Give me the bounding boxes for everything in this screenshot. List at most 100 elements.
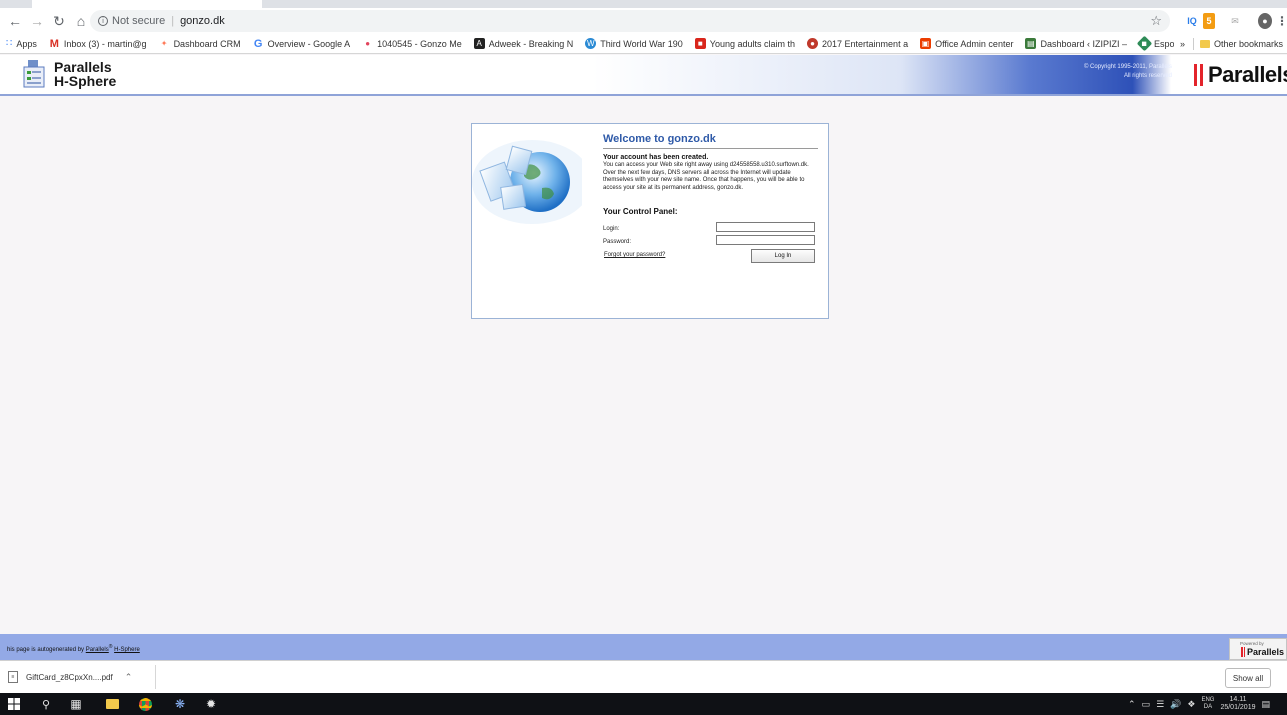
home-icon[interactable]: ⌂ [70, 10, 92, 32]
folder-icon [1199, 40, 1210, 48]
google-icon: G [253, 37, 263, 50]
bookmark-label: Overview - Google A [267, 38, 351, 49]
forward-icon[interactable]: → [26, 10, 48, 32]
url-text[interactable]: gonzo.dk [180, 15, 225, 27]
welcome-title: Welcome to gonzo.dk [603, 133, 818, 149]
search-icon[interactable]: ⚲ [38, 696, 54, 712]
bookmark-wordpress[interactable]: W Third World War 190 [585, 38, 683, 49]
pdf-file-icon: ≡ [8, 671, 18, 683]
reload-icon[interactable]: ↻ [48, 10, 70, 32]
extension-iq-icon[interactable]: IQ [1185, 13, 1199, 29]
chevron-up-icon[interactable]: ⌃ [125, 672, 133, 683]
other-bookmarks[interactable]: Other bookmarks [1214, 39, 1287, 49]
file-explorer-icon[interactable] [104, 696, 120, 712]
task-view-icon[interactable]: ▦ [68, 696, 84, 712]
bookmark-office[interactable]: ▣ Office Admin center [920, 38, 1013, 49]
apps-grid-icon: ∷ [6, 38, 13, 49]
password-input[interactable] [716, 235, 815, 245]
bookmark-hubspot[interactable]: ✦ Dashboard CRM [159, 38, 241, 49]
windows-taskbar: ⚲ ▦ ❋ ✹ ⌃ ▭ ☰ 🔊 ❖ ENG DA 14.11 25/01/201… [0, 693, 1287, 715]
show-all-button[interactable]: Show all [1225, 668, 1271, 688]
globe-illustration-icon [472, 140, 582, 224]
info-icon: i [98, 16, 108, 26]
bookmark-label: Young adults claim th [709, 38, 796, 49]
log-in-button[interactable]: Log In [751, 249, 815, 263]
browser-toolbar: ← → ↻ ⌂ i Not secure | gonzo.dk ☆ IQ 5 ✉… [0, 8, 1287, 34]
page-footer: his page is autogenerated by Parallels® … [0, 634, 1287, 660]
hsphere-logo-icon [23, 60, 45, 88]
menu-icon[interactable]: ⋮ [1276, 13, 1287, 29]
security-label: Not secure [112, 15, 166, 27]
tab-strip [0, 0, 1287, 8]
chrome-icon[interactable] [137, 696, 153, 712]
forgot-password-link[interactable]: Forgot your password? [604, 252, 665, 258]
control-panel-heading: Your Control Panel: [603, 207, 678, 216]
notifications-icon[interactable]: ▤ [1262, 699, 1271, 710]
copyright-line-2: All rights reserved [1123, 73, 1172, 79]
more-bookmarks-button[interactable]: » [1180, 39, 1185, 49]
chevron-up-icon[interactable]: ⌃ [1128, 699, 1136, 710]
volume-icon[interactable]: 🔊 [1170, 699, 1181, 710]
bookmark-star-icon[interactable]: ☆ [1150, 13, 1162, 29]
office-icon: ▣ [920, 38, 932, 49]
autogenerated-notice: his page is autogenerated by Parallels® … [7, 644, 140, 653]
bookmarks-overflow: » Other bookmarks [1173, 34, 1287, 53]
bookmark-gmail[interactable]: M Inbox (3) - martin@g [49, 37, 147, 50]
registered-mark: ® [108, 644, 113, 650]
parallels-bars-icon [1241, 647, 1245, 657]
download-item[interactable]: ≡ GiftCard_z8CpxXn....pdf ⌃ [8, 668, 132, 686]
bookmark-izipizi[interactable]: ▤ Dashboard ‹ IZIPIZI – [1025, 38, 1127, 49]
extension-mail-icon[interactable]: ✉ [1228, 13, 1242, 29]
logo-line-parallels: Parallels [54, 59, 112, 75]
bookmark-flipboard[interactable]: ■ Young adults claim th [694, 38, 796, 49]
footer-prefix: his page is autogenerated by [7, 647, 85, 653]
bookmark-label: Third World War 190 [600, 38, 683, 49]
extension-orange-icon[interactable]: 5 [1203, 13, 1215, 29]
bookmark-label: Dashboard CRM [173, 38, 241, 49]
settings-app-icon[interactable]: ✹ [203, 696, 219, 712]
address-bar[interactable]: i Not secure | gonzo.dk ☆ [90, 10, 1170, 32]
hsphere-link[interactable]: H-Sphere [114, 647, 140, 653]
bookmark-label: Adweek - Breaking N [488, 38, 574, 49]
powered-by-label: Powered by [1240, 641, 1264, 646]
copyright-line-1: © Copyright 1995-2011, Parallels [1083, 64, 1172, 70]
login-label: Login: [603, 226, 620, 232]
bookmark-adweek[interactable]: A Adweek - Breaking N [473, 38, 574, 49]
bookmark-monday[interactable]: ● 1040545 - Gonzo Me [362, 38, 462, 49]
windows-start-icon[interactable] [6, 696, 22, 712]
parallels-link[interactable]: Parallels [86, 647, 109, 653]
lang-line-1: ENG [1201, 697, 1215, 703]
esports-icon: ◆ [1136, 35, 1153, 52]
bookmark-label: Apps [16, 38, 37, 49]
login-actions-row: Forgot your password? Log In [603, 247, 818, 267]
battery-icon[interactable]: ▭ [1142, 699, 1151, 710]
bookmark-label: Dashboard ‹ IZIPIZI – [1040, 38, 1127, 49]
bookmark-entertainment[interactable]: ● 2017 Entertainment a [807, 38, 908, 49]
language-indicator[interactable]: ENG DA [1201, 697, 1214, 711]
clock[interactable]: 14.11 25/01/2019 [1220, 696, 1255, 712]
copyright-notice: © Copyright 1995-2011, Parallels All rig… [1040, 63, 1172, 81]
download-divider [155, 665, 156, 689]
welcome-message: You can access your Web site right away … [603, 162, 809, 191]
app-icon[interactable]: ❋ [172, 696, 188, 712]
powered-by-badge[interactable]: Powered by Parallels [1229, 638, 1287, 660]
bookmark-label: 2017 Entertainment a [822, 38, 909, 49]
parallels-brand-logo: Parallels [1194, 62, 1287, 88]
network-icon[interactable]: ☰ [1156, 699, 1164, 710]
back-icon[interactable]: ← [4, 10, 26, 32]
security-indicator[interactable]: i Not secure [98, 15, 165, 27]
bookmark-label: 1040545 - Gonzo Me [377, 38, 462, 49]
bookmark-google-analytics[interactable]: G Overview - Google A [253, 37, 351, 50]
system-tray: ⌃ ▭ ☰ 🔊 ❖ ENG DA 14.11 25/01/2019 ▤ [1128, 693, 1270, 715]
gmail-icon: M [49, 37, 59, 50]
omnibox-divider: | [171, 15, 175, 27]
login-input[interactable] [716, 222, 815, 232]
welcome-panel: Welcome to gonzo.dk Your account has bee… [471, 123, 829, 319]
bookmark-apps[interactable]: ∷ Apps [6, 38, 37, 49]
account-created-heading: Your account has been created. [603, 154, 709, 161]
dropbox-icon[interactable]: ❖ [1187, 699, 1195, 710]
browser-tab[interactable] [32, 0, 262, 8]
parallels-wordmark: Parallels [1208, 62, 1287, 87]
flipboard-icon: ■ [694, 38, 706, 49]
profile-avatar[interactable]: ● [1258, 13, 1272, 29]
